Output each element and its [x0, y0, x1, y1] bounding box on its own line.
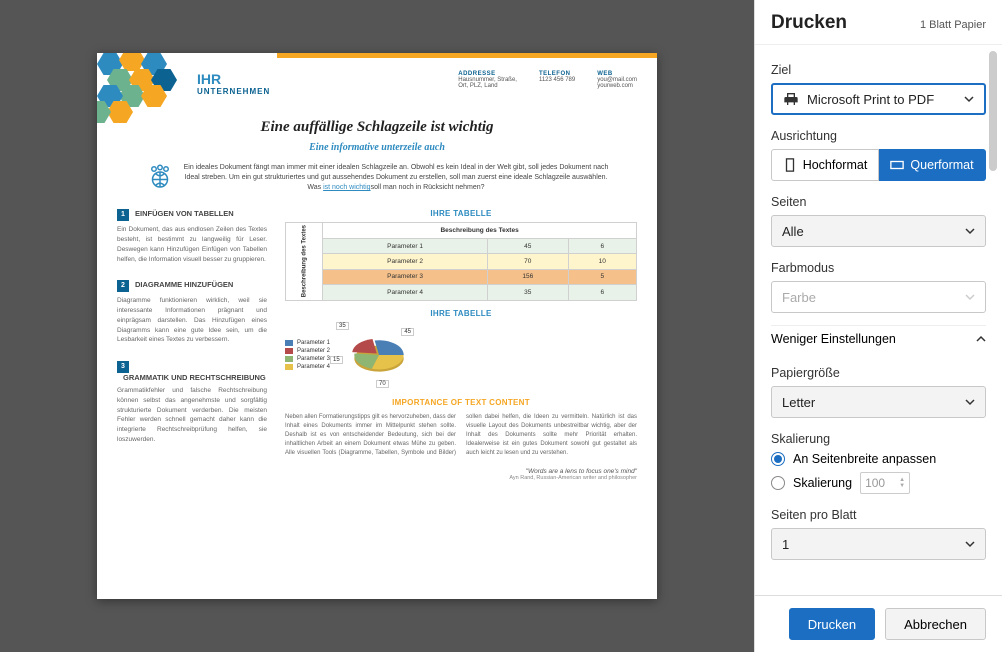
landscape-icon: [890, 158, 904, 172]
settings-toggle[interactable]: Weniger Einstellungen: [771, 325, 986, 352]
quote: "Words are a lens to focus one's mind" A…: [285, 468, 637, 481]
chevron-down-icon: [965, 226, 975, 236]
chevron-down-icon: [965, 397, 975, 407]
headline: Eine auffällige Schlagzeile ist wichtig: [117, 119, 637, 136]
color-mode-select: Farbe: [771, 281, 986, 313]
paper-size-select[interactable]: Letter: [771, 386, 986, 418]
scrollbar[interactable]: [986, 45, 1000, 595]
importance-text: Neben allen Formatierungstipps gilt es h…: [285, 413, 637, 458]
scaling-label: Skalierung: [771, 432, 986, 446]
pie-chart: 35 45 15 70: [340, 326, 418, 384]
contact-block: ADDRESSEHausnummer, Straße, Ort, PLZ, La…: [458, 71, 637, 96]
chevron-down-icon: [965, 539, 975, 549]
sheet-count: 1 Blatt Papier: [920, 19, 986, 31]
chevron-down-icon: [964, 94, 974, 104]
pages-label: Seiten: [771, 195, 986, 209]
color-mode-label: Farbmodus: [771, 261, 986, 275]
preview-page: IHR UNTERNEHMEN ADDRESSEHausnummer, Stra…: [97, 53, 657, 599]
scaling-fit-radio[interactable]: An Seitenbreite anpassen: [771, 452, 986, 466]
scaling-value-input[interactable]: 100 ▲▼: [860, 472, 910, 494]
orientation-label: Ausrichtung: [771, 129, 986, 143]
orientation-portrait-button[interactable]: Hochformat: [771, 149, 879, 181]
scaling-custom-radio[interactable]: Skalierung 100 ▲▼: [771, 472, 986, 494]
subheadline: Eine informative unterzeile auch: [117, 142, 637, 153]
portrait-icon: [783, 158, 797, 172]
paper-size-label: Papiergröße: [771, 366, 986, 380]
radio-unchecked-icon: [771, 476, 785, 490]
print-button[interactable]: Drucken: [789, 608, 875, 640]
sidebar-title: Drucken: [771, 12, 847, 34]
destination-select[interactable]: Microsoft Print to PDF: [771, 83, 986, 115]
left-column: 1EINFÜGEN VON TABELLEN Ein Dokument, das…: [117, 209, 267, 480]
pages-per-sheet-label: Seiten pro Blatt: [771, 508, 986, 522]
intro-paragraph: Ein ideales Dokument fängt man immer mit…: [145, 163, 609, 193]
print-preview-area: IHR UNTERNEHMEN ADDRESSEHausnummer, Stra…: [0, 0, 754, 652]
pages-per-sheet-select[interactable]: 1: [771, 528, 986, 560]
destination-label: Ziel: [771, 63, 986, 77]
right-column: IHRE TABELLE Beschreibung des TextesBesc…: [285, 209, 637, 480]
accent-bar: [277, 53, 657, 58]
cancel-button[interactable]: Abbrechen: [885, 608, 986, 640]
print-sidebar: Drucken 1 Blatt Papier Ziel Microsoft Pr…: [754, 0, 1002, 652]
brand-logo-text: IHR UNTERNEHMEN: [197, 71, 270, 96]
printer-icon: [783, 91, 799, 107]
pie-legend: Parameter 1 Parameter 2 Parameter 3 Para…: [285, 338, 330, 372]
chevron-down-icon: [965, 292, 975, 302]
chevron-up-icon: [976, 334, 986, 344]
sample-table: Beschreibung des TextesBeschreibung des …: [285, 222, 637, 300]
globe-icon: [145, 163, 175, 193]
spinner-icon: ▲▼: [899, 477, 905, 489]
pages-select[interactable]: Alle: [771, 215, 986, 247]
orientation-landscape-button[interactable]: Querformat: [879, 149, 986, 181]
radio-checked-icon: [771, 452, 785, 466]
